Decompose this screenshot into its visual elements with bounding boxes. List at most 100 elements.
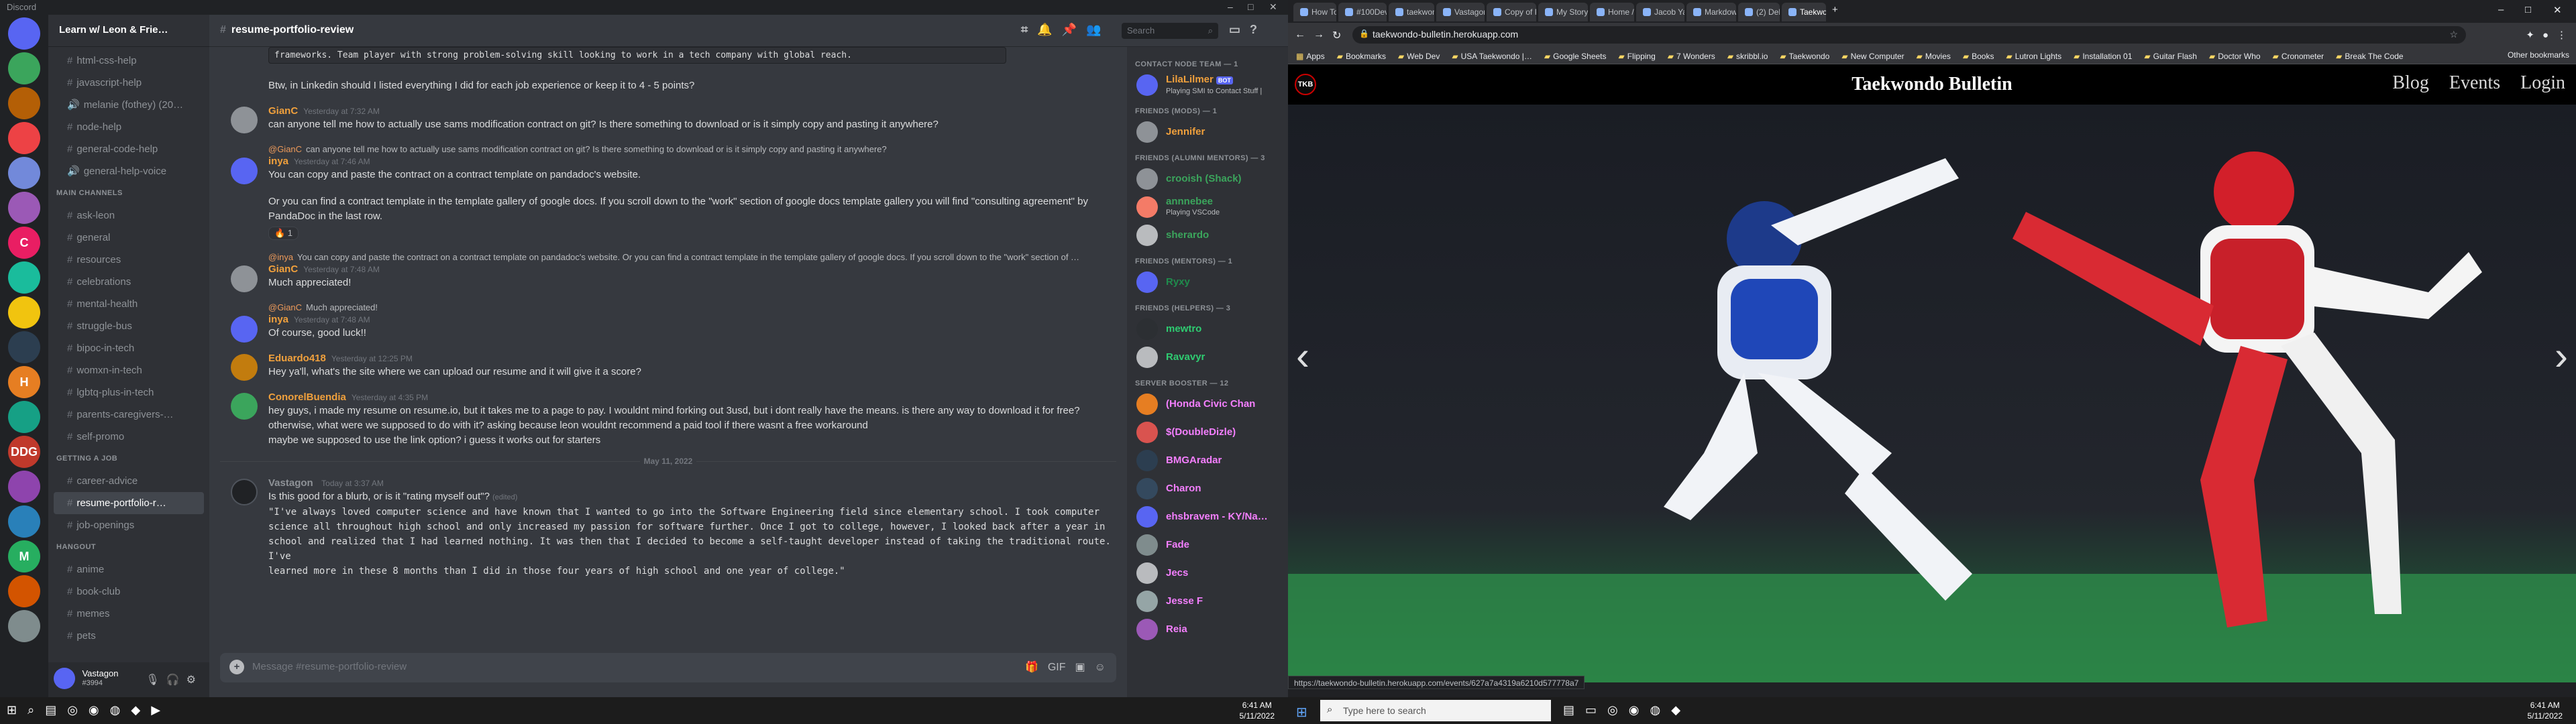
- chrome-icon[interactable]: ◉: [89, 703, 99, 717]
- clock[interactable]: 6:41 AM 5/11/2022: [1240, 700, 1275, 721]
- message-author[interactable]: inya: [268, 156, 288, 167]
- channel-item[interactable]: # celebrations: [54, 271, 204, 293]
- message-author[interactable]: ConorelBuendia: [268, 391, 346, 403]
- reply-reference[interactable]: @GianC Much appreciated!: [268, 302, 1116, 312]
- search-icon[interactable]: ⌕: [28, 703, 34, 717]
- channel-item[interactable]: # struggle-bus: [54, 315, 204, 337]
- channel-item[interactable]: # self-promo: [54, 426, 204, 448]
- back-icon[interactable]: ←: [1295, 29, 1305, 41]
- windows-start-icon[interactable]: ⊞: [7, 703, 17, 717]
- address-bar[interactable]: 🔒 taekwondo-bulletin.herokuapp.com ☆: [1352, 26, 2466, 44]
- channel-item[interactable]: # node-help: [54, 116, 204, 138]
- reply-author[interactable]: @GianC: [268, 144, 302, 154]
- server-icon[interactable]: [8, 192, 40, 224]
- reply-reference[interactable]: @GianC can anyone tell me how to actually…: [268, 144, 1116, 154]
- server-icon[interactable]: [8, 87, 40, 119]
- server-icon[interactable]: [8, 505, 40, 538]
- avatar[interactable]: [1136, 74, 1158, 96]
- task-view-icon[interactable]: ▤: [45, 703, 56, 717]
- channel-item[interactable]: # ask-leon: [54, 204, 204, 227]
- channel-item[interactable]: # bipoc-in-tech: [54, 337, 204, 359]
- channel-item[interactable]: # lgbtq-plus-in-tech: [54, 381, 204, 404]
- task-view-icon[interactable]: ▤: [1563, 703, 1574, 717]
- member-item[interactable]: Jecs: [1132, 559, 1283, 587]
- gift-icon[interactable]: 🎁: [1025, 662, 1038, 673]
- help-icon[interactable]: ?: [1250, 23, 1257, 36]
- browser-tab[interactable]: Taekwondo Bu…: [1782, 3, 1826, 21]
- reaction-badge[interactable]: 🔥 1: [268, 227, 299, 240]
- channel-item[interactable]: # general: [54, 227, 204, 249]
- emoji-icon[interactable]: ☺: [1095, 662, 1106, 673]
- member-item[interactable]: Charon: [1132, 475, 1283, 503]
- member-item[interactable]: Ravavyr: [1132, 343, 1283, 371]
- close-icon[interactable]: ✕: [1269, 1, 1277, 13]
- avatar[interactable]: [1136, 121, 1158, 143]
- member-item[interactable]: ehsbravem - KY/Na…: [1132, 503, 1283, 531]
- channel-category[interactable]: MAIN CHANNELS: [54, 182, 204, 204]
- avatar[interactable]: [1136, 196, 1158, 218]
- server-icon[interactable]: C: [8, 227, 40, 259]
- steam-icon[interactable]: ◎: [1607, 703, 1618, 717]
- bookmark-star-icon[interactable]: ☆: [2449, 29, 2458, 40]
- nav-link-events[interactable]: Events: [2449, 72, 2500, 93]
- browser-tab[interactable]: My Story - Goog…: [1538, 3, 1588, 21]
- minimize-icon[interactable]: –: [1228, 1, 1233, 12]
- server-name[interactable]: Learn w/ Leon & Frie…: [48, 15, 209, 47]
- avatar[interactable]: [1136, 394, 1158, 415]
- message-author[interactable]: GianC: [268, 105, 298, 117]
- avatar[interactable]: [231, 354, 258, 381]
- channel-item[interactable]: # general-code-help: [54, 138, 204, 160]
- message-author[interactable]: GianC: [268, 263, 298, 275]
- clock[interactable]: 6:41 AM 5/11/2022: [2528, 700, 2563, 721]
- member-item[interactable]: sherardo: [1132, 221, 1283, 249]
- discord-icon[interactable]: ◍: [110, 703, 121, 717]
- browser-tab[interactable]: taekwondo-bull…: [1389, 3, 1434, 21]
- bookmark-item[interactable]: ▰ Guitar Flash: [2144, 52, 2197, 61]
- server-icon[interactable]: [8, 157, 40, 189]
- channel-category[interactable]: HANGOUT: [54, 536, 204, 558]
- menu-icon[interactable]: ⋮: [2557, 29, 2567, 41]
- search-input[interactable]: Search ⌕: [1122, 23, 1218, 39]
- channel-item[interactable]: # book-club: [54, 581, 204, 603]
- browser-tab[interactable]: Markdown Quic…: [1686, 3, 1736, 21]
- avatar[interactable]: [1136, 591, 1158, 612]
- channel-item[interactable]: # pets: [54, 625, 204, 647]
- channel-item[interactable]: # career-advice: [54, 470, 204, 492]
- avatar[interactable]: [1136, 225, 1158, 246]
- forward-icon[interactable]: →: [1313, 29, 1324, 41]
- server-icon[interactable]: [8, 401, 40, 433]
- avatar[interactable]: [1136, 450, 1158, 471]
- avatar[interactable]: [1136, 168, 1158, 190]
- browser-tab[interactable]: Jacob Yancey |…: [1636, 3, 1684, 21]
- terminal-icon[interactable]: ▶: [151, 703, 160, 717]
- bookmark-item[interactable]: ▰ Books: [1963, 52, 1994, 61]
- avatar[interactable]: [231, 316, 258, 343]
- discord-icon[interactable]: ◍: [1650, 703, 1660, 717]
- member-item[interactable]: (Honda Civic Chan: [1132, 390, 1283, 418]
- carousel-prev-icon[interactable]: ‹: [1296, 333, 1309, 379]
- server-icon[interactable]: [8, 296, 40, 328]
- sticker-icon[interactable]: ▣: [1075, 662, 1085, 673]
- avatar[interactable]: [1136, 422, 1158, 443]
- channel-item[interactable]: # anime: [54, 558, 204, 581]
- channel-item[interactable]: # mental-health: [54, 293, 204, 315]
- avatar[interactable]: [1136, 318, 1158, 340]
- browser-tab[interactable]: (2) Deku Ra…: [1738, 3, 1780, 21]
- server-icon[interactable]: [8, 261, 40, 294]
- avatar[interactable]: [231, 393, 258, 420]
- headphones-icon[interactable]: 🎧: [166, 674, 186, 686]
- avatar[interactable]: [231, 265, 258, 292]
- bookmark-item[interactable]: ▰ Google Sheets: [1544, 52, 1607, 61]
- avatar[interactable]: [1136, 506, 1158, 528]
- avatar[interactable]: [1136, 347, 1158, 368]
- server-icon[interactable]: M: [8, 540, 40, 572]
- reply-author[interactable]: @GianC: [268, 302, 302, 312]
- extensions-icon[interactable]: ✦: [2526, 29, 2534, 41]
- profile-avatar[interactable]: ●: [2542, 29, 2548, 41]
- bell-icon[interactable]: 🔔: [1037, 23, 1052, 36]
- other-bookmarks[interactable]: Other bookmarks: [2508, 50, 2569, 60]
- member-item[interactable]: Fade: [1132, 531, 1283, 559]
- browser-tab[interactable]: How To Get A Jo…: [1293, 3, 1336, 21]
- vscode-icon[interactable]: ◆: [1671, 703, 1680, 717]
- member-item[interactable]: annnebee Playing VSCode: [1132, 193, 1283, 221]
